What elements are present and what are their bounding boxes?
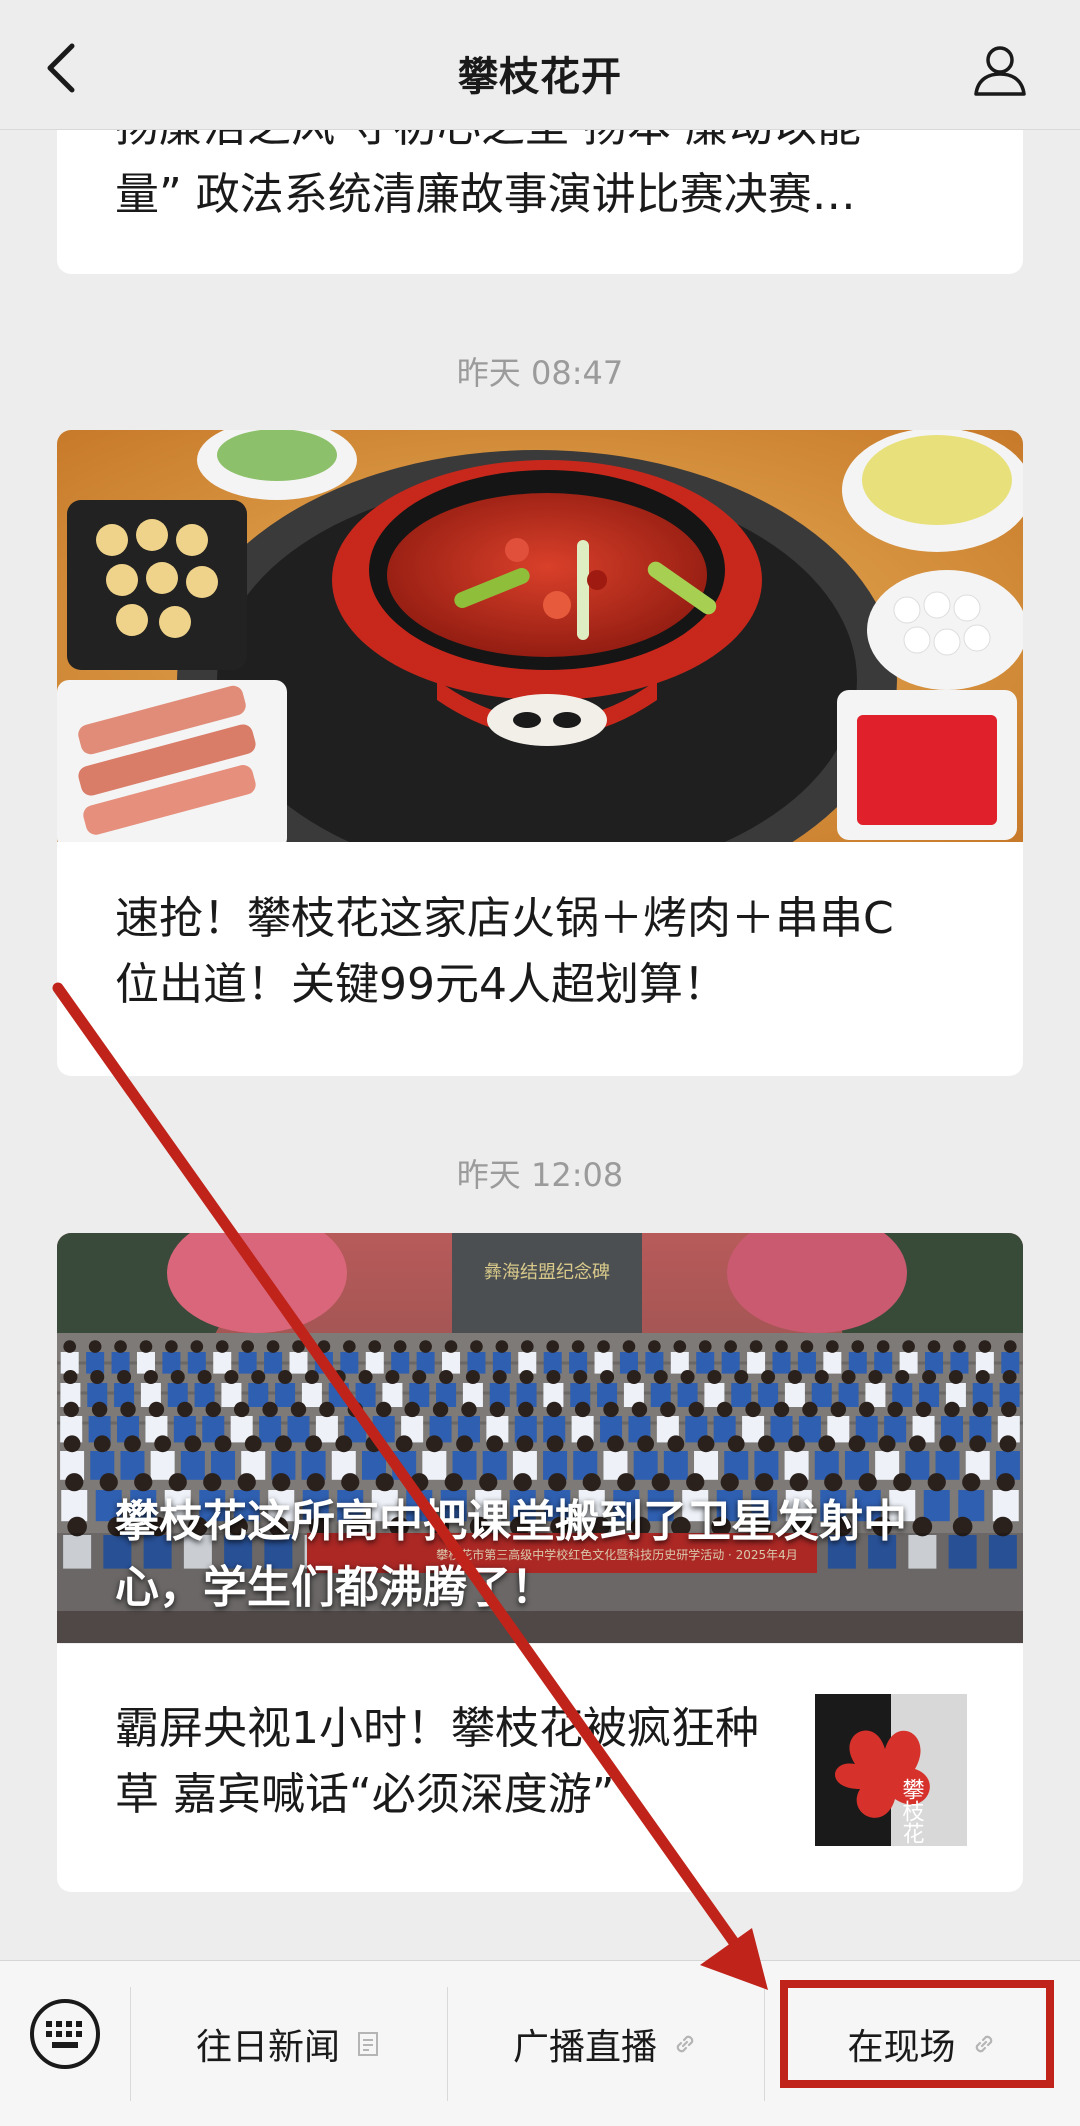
article-title: 速抢！攀枝花这家店火锅＋烤肉＋串串C位出道！关键99元4人超划算！ bbox=[115, 893, 894, 1010]
link-icon bbox=[975, 2035, 992, 2053]
article-thumbnail: 攀枝花 bbox=[815, 1694, 967, 1846]
document-icon bbox=[358, 2032, 378, 2056]
article-title: 霸屏央视1小时！攀枝花被疯狂种草 嘉宾喊话“必须深度游” bbox=[115, 1703, 759, 1820]
menu-item-broadcast-live[interactable]: 广播直播 bbox=[448, 1961, 764, 2126]
monument-inscription: 彝海结盟纪念碑 bbox=[484, 1261, 610, 1283]
article-cover-image bbox=[57, 430, 1023, 842]
menu-item-label: 往日新闻 bbox=[195, 2027, 340, 2068]
article-cover-image: 彝海结盟纪念碑 攀枝花市第三高级中学校红色文化暨科技历史研学活动 · 2025年… bbox=[57, 1233, 1023, 1643]
keyboard-icon[interactable] bbox=[28, 1997, 102, 2071]
thumbnail-text: 攀枝花 bbox=[899, 1778, 925, 1844]
article-title: 量” 政法系统清廉故事演讲比赛决赛… bbox=[115, 169, 856, 220]
menu-item-label: 在现场 bbox=[847, 2027, 956, 2068]
link-icon bbox=[676, 2035, 694, 2053]
article-card[interactable]: 彝海结盟纪念碑 攀枝花市第三高级中学校红色文化暨科技历史研学活动 · 2025年… bbox=[57, 1233, 1023, 1892]
menu-item-label: 广播直播 bbox=[512, 2027, 657, 2068]
article-overlay-title: 攀枝花这所高中把课堂搬到了卫星发射中心，学生们都沸腾了！ bbox=[115, 1496, 907, 1613]
menu-item-on-site[interactable]: 在现场 bbox=[765, 1961, 1080, 2126]
top-nav-bar: 攀枝花开 bbox=[0, 0, 1080, 130]
sub-article-item[interactable]: 霸屏央视1小时！攀枝花被疯狂种草 嘉宾喊话“必须深度游” 攀枝花 bbox=[57, 1643, 1023, 1892]
article-card[interactable]: 速抢！攀枝花这家店火锅＋烤肉＋串串C位出道！关键99元4人超划算！ bbox=[57, 430, 1023, 1076]
timestamp: 昨天 12:08 bbox=[456, 1156, 624, 1194]
person-icon[interactable] bbox=[970, 40, 1030, 100]
page-title: 攀枝花开 bbox=[458, 54, 622, 100]
bottom-menu-bar: 往日新闻 广播直播 在现场 bbox=[0, 1960, 1080, 2126]
timestamp: 昨天 08:47 bbox=[456, 354, 624, 392]
menu-item-past-news[interactable]: 往日新闻 bbox=[131, 1961, 447, 2126]
